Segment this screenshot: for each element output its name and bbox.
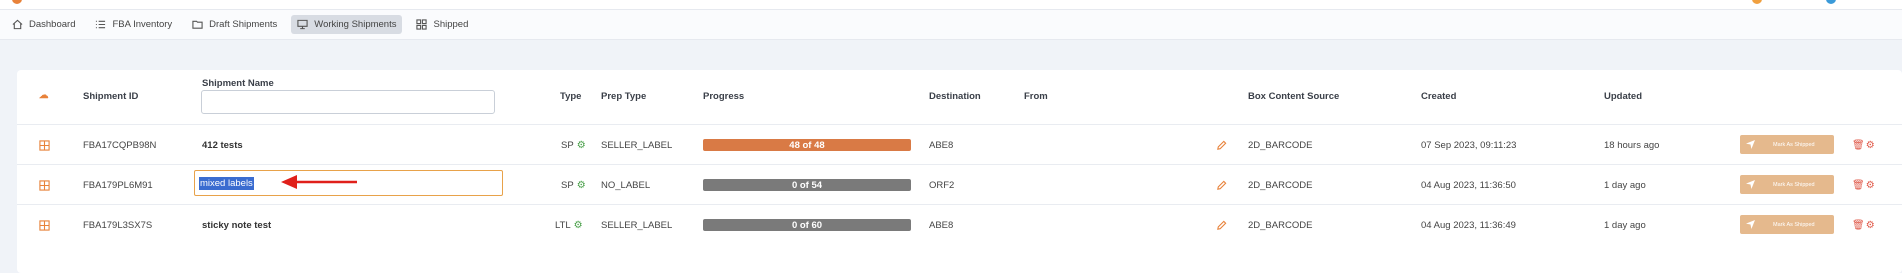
type-label: SP (561, 139, 574, 151)
nav-label: Dashboard (29, 19, 76, 30)
table-row[interactable]: FBA179PL6M91 mixed labels SP ⚙ NO_LABEL 0… (17, 164, 1902, 204)
delete-icon[interactable]: 🗑 (1852, 220, 1866, 231)
header-prep-type[interactable]: Prep Type (601, 91, 646, 102)
type-cell: SP ⚙ (561, 165, 586, 205)
user-avatar[interactable] (1826, 0, 1836, 4)
mark-as-shipped-button[interactable]: Mark As Shipped (1740, 215, 1834, 234)
expand-grid-icon[interactable] (39, 205, 50, 245)
updated: 18 hours ago (1604, 139, 1660, 151)
nav-label: Shipped (433, 19, 469, 30)
table-row[interactable]: FBA179L3SX7S sticky note test LTL ⚙ SELLE… (17, 204, 1902, 244)
nav-label: FBA Inventory (112, 19, 173, 30)
type-cell: LTL ⚙ (555, 205, 583, 245)
send-icon (1746, 220, 1755, 229)
mark-as-shipped-label: Mark As Shipped (1773, 181, 1815, 188)
delete-icon[interactable]: 🗑 (1852, 180, 1866, 191)
grid-icon (416, 19, 428, 30)
updated: 1 day ago (1604, 179, 1646, 191)
mark-as-shipped-button[interactable]: Mark As Shipped (1740, 175, 1834, 194)
folder-icon (192, 20, 203, 29)
row-actions[interactable]: 🗑 ⚙ (1852, 205, 1876, 245)
header-from[interactable]: From (1024, 91, 1048, 102)
destination: ABE8 (929, 139, 954, 151)
delete-icon[interactable]: 🗑 (1852, 140, 1866, 151)
monitor-icon (297, 19, 308, 30)
shipment-id: FBA17CQPB98N (83, 139, 157, 151)
nav-label: Working Shipments (314, 19, 397, 30)
shipments-table: ☁ Shipment ID Shipment Name Type Prep Ty… (17, 70, 1902, 273)
logo (12, 0, 22, 4)
nav-item-working-shipments[interactable]: Working Shipments (291, 15, 403, 34)
list-icon (96, 20, 106, 29)
nav-label: Draft Shipments (209, 19, 278, 30)
progress-bar: 0 of 60 (703, 219, 911, 231)
edit-pencil-icon[interactable] (1216, 165, 1227, 205)
annotation-arrow (281, 175, 357, 189)
created: 07 Sep 2023, 09:11:23 (1421, 139, 1517, 151)
progress-bar: 48 of 48 (703, 139, 911, 151)
row-actions[interactable]: 🗑 ⚙ (1852, 165, 1876, 205)
options-icon[interactable]: ⚙ (1866, 180, 1876, 191)
nav-item-fba-inventory[interactable]: FBA Inventory (89, 15, 178, 34)
header-progress[interactable]: Progress (703, 91, 744, 102)
mark-as-shipped-label: Mark As Shipped (1773, 141, 1815, 148)
header-destination[interactable]: Destination (929, 91, 981, 102)
notification-icon[interactable] (1752, 0, 1762, 4)
row-actions[interactable]: 🗑 ⚙ (1852, 125, 1876, 165)
updated: 1 day ago (1604, 219, 1646, 231)
prep-type: NO_LABEL (601, 179, 651, 191)
shipment-id: FBA179PL6M91 (83, 179, 153, 191)
nav-item-draft-shipments[interactable]: Draft Shipments (186, 15, 283, 34)
gear-icon[interactable]: ⚙ (577, 140, 586, 151)
created: 04 Aug 2023, 11:36:50 (1421, 179, 1516, 191)
expand-grid-icon[interactable] (39, 165, 50, 205)
mark-as-shipped-button[interactable]: Mark As Shipped (1740, 135, 1834, 154)
prep-type: SELLER_LABEL (601, 139, 673, 151)
expand-grid-icon[interactable] (39, 125, 50, 165)
gear-icon[interactable]: ⚙ (577, 180, 586, 191)
shipment-id: FBA179L3SX7S (83, 219, 153, 231)
send-icon (1746, 180, 1755, 189)
shipment-name[interactable]: 412 tests (202, 125, 243, 165)
table-header: ☁ Shipment ID Shipment Name Type Prep Ty… (17, 70, 1902, 124)
progress-bar: 0 of 54 (703, 179, 911, 191)
table-row[interactable]: FBA17CQPB98N 412 tests SP ⚙ SELLER_LABEL … (17, 124, 1902, 164)
type-label: SP (561, 179, 574, 191)
options-icon[interactable]: ⚙ (1866, 140, 1876, 151)
top-bar (0, 0, 1902, 10)
header-shipment-name[interactable]: Shipment Name (202, 78, 274, 89)
destination: ORF2 (929, 179, 955, 191)
header-type[interactable]: Type (560, 91, 581, 102)
selected-text: mixed labels (199, 176, 254, 190)
header-box-content-source[interactable]: Box Content Source (1248, 91, 1339, 102)
header-shipment-id[interactable]: Shipment ID (83, 91, 138, 102)
type-label: LTL (555, 219, 571, 231)
shipment-name[interactable]: sticky note test (202, 205, 271, 245)
box-content-source: 2D_BARCODE (1248, 139, 1313, 151)
send-icon (1746, 140, 1755, 149)
edit-pencil-icon[interactable] (1216, 205, 1227, 245)
header-created[interactable]: Created (1421, 91, 1456, 102)
prep-type: SELLER_LABEL (601, 219, 673, 231)
nav-item-shipped[interactable]: Shipped (410, 15, 474, 34)
nav-item-dashboard[interactable]: Dashboard (6, 15, 81, 34)
options-icon[interactable]: ⚙ (1866, 220, 1876, 231)
created: 04 Aug 2023, 11:36:49 (1421, 219, 1516, 231)
mark-as-shipped-label: Mark As Shipped (1773, 221, 1815, 228)
gear-icon[interactable]: ⚙ (574, 220, 583, 231)
box-content-source: 2D_BARCODE (1248, 219, 1313, 231)
cloud-icon[interactable]: ☁ (39, 90, 49, 101)
type-cell: SP ⚙ (561, 125, 586, 165)
box-content-source: 2D_BARCODE (1248, 179, 1313, 191)
destination: ABE8 (929, 219, 954, 231)
home-icon (12, 19, 23, 30)
header-updated[interactable]: Updated (1604, 91, 1642, 102)
shipment-name-filter[interactable] (201, 90, 495, 114)
main-nav: Dashboard FBA Inventory Draft Shipments … (0, 10, 1902, 40)
edit-pencil-icon[interactable] (1216, 125, 1227, 165)
